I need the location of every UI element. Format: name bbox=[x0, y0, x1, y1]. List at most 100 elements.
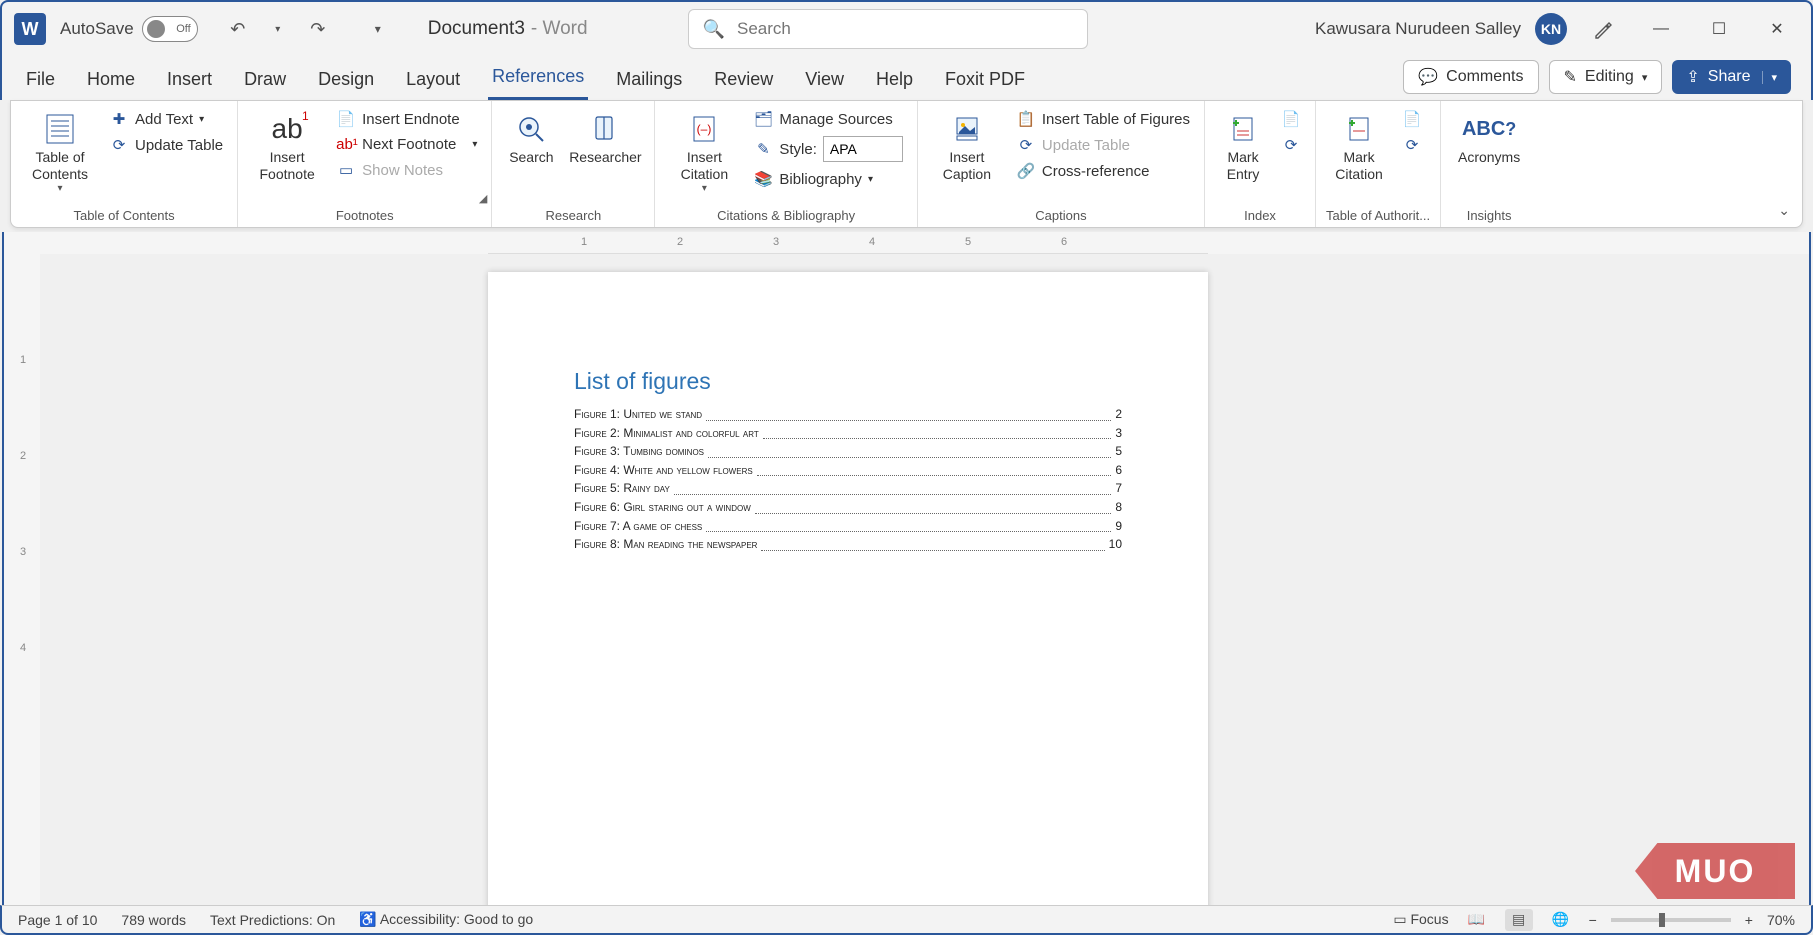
researcher-button[interactable]: Researcher bbox=[566, 107, 644, 170]
share-button[interactable]: ⇪ Share ▾ bbox=[1672, 60, 1791, 94]
tof-entry[interactable]: Figure 1: United we stand2 bbox=[574, 405, 1122, 424]
search-button[interactable]: Search bbox=[502, 107, 560, 170]
ruler-tick: 6 bbox=[1061, 236, 1067, 248]
tof-leader bbox=[706, 517, 1111, 533]
zoom-slider[interactable] bbox=[1611, 918, 1731, 922]
tof-entry[interactable]: Figure 3: Tumbing dominos5 bbox=[574, 442, 1122, 461]
zoom-out-button[interactable]: − bbox=[1589, 912, 1597, 928]
zoom-level[interactable]: 70% bbox=[1767, 912, 1795, 928]
tof-caption: Figure 8: Man reading the newspaper bbox=[574, 535, 757, 554]
editing-mode-button[interactable]: ✎ Editing ▾ bbox=[1549, 60, 1663, 94]
citation-style-select[interactable] bbox=[823, 136, 903, 162]
share-dropdown-icon[interactable]: ▾ bbox=[1762, 71, 1777, 84]
tab-review[interactable]: Review bbox=[710, 61, 777, 100]
insert-toa-button[interactable]: 📄 bbox=[1398, 107, 1426, 131]
ruler-tick: 2 bbox=[20, 450, 26, 462]
update-toc-button[interactable]: ⟳Update Table bbox=[105, 133, 227, 157]
zoom-thumb[interactable] bbox=[1659, 913, 1665, 927]
tab-insert[interactable]: Insert bbox=[163, 61, 216, 100]
insert-index-button[interactable]: 📄 bbox=[1277, 107, 1305, 131]
pen-ink-button[interactable] bbox=[1581, 11, 1625, 47]
update-toa-button[interactable]: ⟳ bbox=[1398, 133, 1426, 157]
maximize-button[interactable]: ☐ bbox=[1697, 11, 1741, 47]
insert-footnote-button[interactable]: ab1 Insert Footnote bbox=[248, 107, 326, 187]
update-index-button[interactable]: ⟳ bbox=[1277, 133, 1305, 157]
title-bar: W AutoSave Off ↶ ▾ ↷ ▾ Document3 - Word … bbox=[0, 0, 1813, 56]
insert-caption-button[interactable]: Insert Caption bbox=[928, 107, 1006, 187]
mark-entry-button[interactable]: Mark Entry bbox=[1215, 107, 1271, 187]
chevron-down-icon: ▾ bbox=[57, 183, 62, 194]
status-page[interactable]: Page 1 of 10 bbox=[18, 912, 97, 928]
tof-entry[interactable]: Figure 7: A game of chess9 bbox=[574, 517, 1122, 536]
tab-home[interactable]: Home bbox=[83, 61, 139, 100]
tab-mailings[interactable]: Mailings bbox=[612, 61, 686, 100]
minimize-button[interactable]: — bbox=[1639, 11, 1683, 47]
show-notes-icon: ▭ bbox=[336, 161, 356, 179]
accessibility-icon: ♿ bbox=[359, 911, 376, 927]
focus-button[interactable]: ▭ Focus bbox=[1393, 911, 1448, 928]
tab-view[interactable]: View bbox=[801, 61, 848, 100]
add-text-button[interactable]: ✚Add Text ▾ bbox=[105, 107, 227, 131]
page[interactable]: List of figures Figure 1: United we stan… bbox=[488, 272, 1208, 905]
status-predictions[interactable]: Text Predictions: On bbox=[210, 912, 335, 928]
ruler-horizontal[interactable]: 123456 bbox=[40, 232, 1809, 254]
insert-tof-button[interactable]: 📋Insert Table of Figures bbox=[1012, 107, 1194, 131]
acronyms-button[interactable]: ABC? Acronyms bbox=[1451, 107, 1527, 170]
tof-page: 2 bbox=[1115, 405, 1122, 424]
group-label-toa: Table of Authorit... bbox=[1326, 206, 1430, 225]
table-of-figures[interactable]: Figure 1: United we stand2Figure 2: Mini… bbox=[574, 405, 1122, 554]
undo-dropdown[interactable]: ▾ bbox=[260, 11, 296, 47]
insert-index-icon: 📄 bbox=[1281, 110, 1301, 128]
status-words[interactable]: 789 words bbox=[121, 912, 186, 928]
document-canvas[interactable]: List of figures Figure 1: United we stan… bbox=[40, 254, 1809, 905]
heading-list-of-figures[interactable]: List of figures bbox=[574, 368, 1122, 395]
web-layout-button[interactable]: 🌐 bbox=[1547, 909, 1575, 931]
tab-design[interactable]: Design bbox=[314, 61, 378, 100]
tof-caption: Figure 6: Girl staring out a window bbox=[574, 498, 751, 517]
ribbon: Table of Contents ▾ ✚Add Text ▾ ⟳Update … bbox=[10, 100, 1803, 228]
tab-help[interactable]: Help bbox=[872, 61, 917, 100]
document-title[interactable]: Document3 bbox=[428, 18, 525, 40]
ribbon-collapse-button[interactable]: ⌄ bbox=[1778, 202, 1790, 219]
undo-button[interactable]: ↶ bbox=[220, 11, 256, 47]
search-input[interactable] bbox=[737, 19, 1073, 39]
manage-sources-button[interactable]: 🗂Manage Sources bbox=[749, 107, 907, 131]
tof-leader bbox=[757, 461, 1112, 477]
customize-qat[interactable]: ▾ bbox=[360, 11, 396, 47]
next-footnote-button[interactable]: ab¹Next Footnote ▾ bbox=[332, 133, 481, 156]
tab-references[interactable]: References bbox=[488, 58, 588, 100]
tab-layout[interactable]: Layout bbox=[402, 61, 464, 100]
insert-citation-button[interactable]: (–) Insert Citation ▾ bbox=[665, 107, 743, 198]
zoom-in-button[interactable]: + bbox=[1745, 912, 1753, 928]
print-layout-button[interactable]: ▤ bbox=[1505, 909, 1533, 931]
tab-draw[interactable]: Draw bbox=[240, 61, 290, 100]
comments-label: Comments bbox=[1446, 68, 1523, 86]
ruler-vertical[interactable]: 1234 bbox=[14, 254, 38, 905]
tof-entry[interactable]: Figure 6: Girl staring out a window8 bbox=[574, 498, 1122, 517]
status-accessibility[interactable]: ♿ Accessibility: Good to go bbox=[359, 911, 533, 928]
cross-reference-button[interactable]: 🔗Cross-reference bbox=[1012, 159, 1194, 183]
redo-button[interactable]: ↷ bbox=[300, 11, 336, 47]
bibliography-button[interactable]: 📚Bibliography ▾ bbox=[749, 167, 907, 191]
comments-button[interactable]: 💬 Comments bbox=[1403, 60, 1538, 94]
tab-file[interactable]: File bbox=[22, 61, 59, 100]
tof-entry[interactable]: Figure 4: White and yellow flowers6 bbox=[574, 461, 1122, 480]
search-box[interactable]: 🔍 bbox=[688, 9, 1088, 49]
tof-entry[interactable]: Figure 5: Rainy day7 bbox=[574, 479, 1122, 498]
insert-endnote-button[interactable]: 📄Insert Endnote bbox=[332, 107, 481, 131]
tof-icon: 📋 bbox=[1016, 110, 1036, 128]
tof-entry[interactable]: Figure 2: Minimalist and colorful art3 bbox=[574, 424, 1122, 443]
show-notes-button[interactable]: ▭Show Notes bbox=[332, 158, 481, 182]
add-text-icon: ✚ bbox=[109, 110, 129, 128]
tof-entry[interactable]: Figure 8: Man reading the newspaper10 bbox=[574, 535, 1122, 554]
read-mode-button[interactable]: 📖 bbox=[1463, 909, 1491, 931]
table-of-contents-button[interactable]: Table of Contents ▾ bbox=[21, 107, 99, 198]
autosave-toggle[interactable]: Off bbox=[142, 16, 198, 42]
user-avatar[interactable]: KN bbox=[1535, 13, 1567, 45]
footnotes-launcher-icon[interactable]: ◢ bbox=[479, 192, 487, 205]
mark-citation-button[interactable]: Mark Citation bbox=[1326, 107, 1392, 187]
user-name[interactable]: Kawusara Nurudeen Salley bbox=[1315, 19, 1521, 39]
update-tof-button[interactable]: ⟳Update Table bbox=[1012, 133, 1194, 157]
tab-foxitpdf[interactable]: Foxit PDF bbox=[941, 61, 1029, 100]
close-button[interactable]: ✕ bbox=[1755, 11, 1799, 47]
